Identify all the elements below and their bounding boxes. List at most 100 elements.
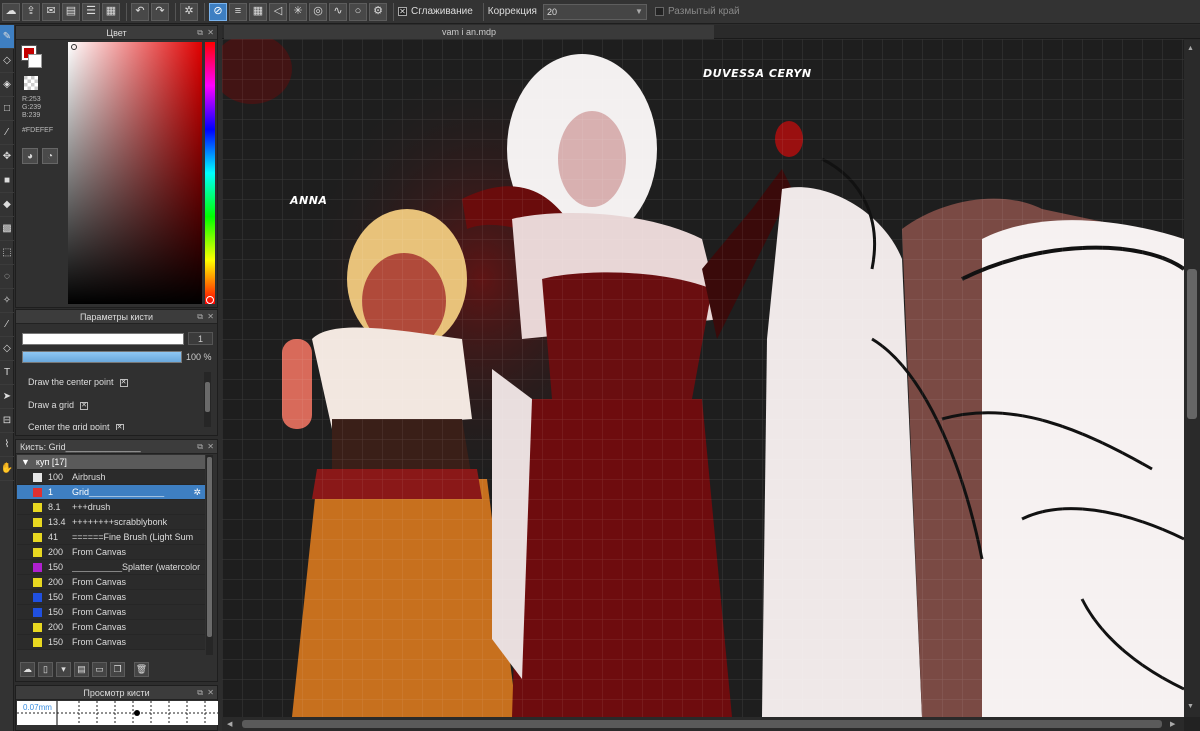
brush-row[interactable]: 41 ======Fine Brush (Light Sum (17, 530, 205, 545)
brush-settings-icon[interactable]: ✲ (193, 487, 201, 498)
cloud-brush-icon[interactable]: ☁ (20, 662, 35, 677)
hue-slider[interactable] (205, 42, 215, 304)
saturation-value-picker[interactable] (68, 42, 202, 304)
brush-row[interactable]: 13.4 ++++++++scrabblybonk (17, 515, 205, 530)
snap-perspective-icon[interactable]: ◁ (269, 2, 287, 21)
close-icon[interactable]: ✕ (207, 310, 214, 324)
snap-radial-icon[interactable]: ✳ (289, 2, 307, 21)
brush-opacity-slider[interactable] (22, 351, 182, 363)
close-icon[interactable]: ✕ (207, 26, 214, 40)
brush-row[interactable]: 150 From Canvas (17, 590, 205, 605)
scroll-thumb[interactable] (205, 382, 210, 412)
option-draw-grid[interactable]: Draw a grid ✕ (28, 400, 89, 410)
palette-icon[interactable]: ◕ (22, 148, 38, 164)
pen-select-icon[interactable]: ⁄ (0, 313, 14, 337)
background-color-swatch[interactable] (28, 54, 42, 68)
brush-row[interactable]: 200 From Canvas (17, 545, 205, 560)
snap-off-icon[interactable]: ⊘ (209, 2, 227, 21)
brush-row[interactable]: 100 Airbrush (17, 470, 205, 485)
brush-row[interactable]: 1 Grid_______________ ✲ (17, 485, 205, 500)
canvas[interactable]: ANNA DUVESSA CERYN (222, 39, 1184, 717)
scroll-right-icon[interactable]: ▶ (1170, 720, 1175, 728)
popout-icon[interactable]: ⧉ (197, 440, 203, 454)
snap-concentric-icon[interactable]: ◎ (309, 2, 327, 21)
delete-icon[interactable]: 🗑 (134, 662, 149, 677)
soft-edge-checkbox[interactable] (654, 7, 664, 16)
checkbox[interactable]: ✕ (119, 378, 128, 387)
option-draw-center-point[interactable]: Draw the center point ✕ (28, 377, 128, 387)
grid-icon[interactable]: ▦ (102, 2, 120, 21)
brush-size-value[interactable]: 1 (188, 332, 213, 345)
chat-icon[interactable]: ✉ (42, 2, 60, 21)
folder-icon[interactable]: ▭ (92, 662, 107, 677)
select-eraser-icon[interactable]: ◇ (0, 337, 14, 361)
brush-row[interactable]: 8.1 +++drush (17, 500, 205, 515)
snap-settings-icon[interactable]: ⚙ (369, 2, 387, 21)
transparent-swatch[interactable] (24, 76, 38, 90)
hex-value[interactable]: #FDEFEF (22, 127, 53, 134)
shape-tool-icon[interactable]: ■ (0, 169, 14, 193)
brush-row[interactable]: 150 From Canvas (17, 635, 205, 650)
scroll-down-icon[interactable]: ▼ (1187, 703, 1194, 710)
redo-icon[interactable]: ↷ (151, 2, 169, 21)
cloud-icon[interactable]: ☁ (2, 2, 20, 21)
document-tab[interactable]: vam i an.mdp (224, 25, 714, 39)
popout-icon[interactable]: ⧉ (197, 686, 203, 700)
new-brush-icon[interactable]: ▯ (38, 662, 53, 677)
text-tool-icon[interactable]: T (0, 361, 14, 385)
palette-settings-icon[interactable]: ◔ (42, 148, 58, 164)
magic-wand-icon[interactable]: ✧ (0, 289, 14, 313)
brush-row[interactable]: 150 From Canvas (17, 605, 205, 620)
scroll-thumb[interactable] (1187, 269, 1197, 419)
hue-cursor[interactable] (206, 296, 214, 304)
select-tool-icon[interactable]: ⬚ (0, 241, 14, 265)
correction-select[interactable]: 20 ▼ (542, 3, 647, 20)
picker-cursor[interactable] (71, 44, 77, 50)
brush-row[interactable]: 200 From Canvas (17, 620, 205, 635)
list-icon[interactable]: ☰ (82, 2, 100, 21)
lasso-tool-icon[interactable]: ◌ (0, 265, 14, 289)
brush-row[interactable]: 200 From Canvas (17, 575, 205, 590)
vertical-scrollbar[interactable]: ▲ ▼ (1184, 39, 1200, 717)
hand-tool-icon[interactable]: ✋ (0, 457, 14, 481)
close-icon[interactable]: ✕ (207, 440, 214, 454)
snap-circle-icon[interactable]: ○ (349, 2, 367, 21)
brush-row[interactable]: 150 __________Splatter (watercolor (17, 560, 205, 575)
popout-icon[interactable]: ⧉ (197, 310, 203, 324)
share-icon[interactable]: ⇪ (22, 2, 40, 21)
scrollbar[interactable] (204, 372, 211, 427)
scroll-thumb[interactable] (242, 720, 1162, 728)
pen-tool-icon[interactable]: ✎ (0, 25, 14, 49)
doc-icon[interactable]: ▤ (62, 2, 80, 21)
snap-parallel-icon[interactable]: ≡ (229, 2, 247, 21)
move-tool-icon[interactable]: ✥ (0, 145, 14, 169)
undo-icon[interactable]: ↶ (131, 2, 149, 21)
blur-tool-icon[interactable]: ◈ (0, 73, 14, 97)
add-brush-menu-icon[interactable]: ▾ (56, 662, 71, 677)
sparkle-icon[interactable]: ✲ (180, 2, 198, 21)
brush-group[interactable]: ▼ куп [17] (17, 455, 205, 470)
snap-grid-icon[interactable]: ▦ (249, 2, 267, 21)
eyedropper-icon[interactable]: ⌇ (0, 433, 14, 457)
smoothing-checkbox[interactable]: ✕ (398, 7, 407, 16)
option-center-grid-point[interactable]: Center the grid point ✕ (28, 422, 124, 430)
scrollbar[interactable] (206, 455, 213, 655)
bucket-tool-icon[interactable]: ◆ (0, 193, 14, 217)
operation-tool-icon[interactable]: ➤ (0, 385, 14, 409)
scroll-up-icon[interactable]: ▲ (1187, 45, 1194, 52)
scroll-left-icon[interactable]: ◀ (227, 720, 232, 728)
snap-curve-icon[interactable]: ∿ (329, 2, 347, 21)
close-icon[interactable]: ✕ (207, 686, 214, 700)
brush-size-slider[interactable] (22, 333, 184, 345)
checkbox[interactable]: ✕ (80, 401, 89, 410)
gradient-tool-icon[interactable]: ▩ (0, 217, 14, 241)
checkbox[interactable]: ✕ (115, 423, 124, 430)
eraser-tool-icon[interactable]: ◇ (0, 49, 14, 73)
rect-select-icon[interactable]: □ (0, 97, 14, 121)
brush-settings-icon[interactable]: ▤ (74, 662, 89, 677)
brush-tool-icon[interactable]: ⁄ (0, 121, 14, 145)
divide-tool-icon[interactable]: ⊟ (0, 409, 14, 433)
scroll-thumb[interactable] (207, 457, 212, 637)
duplicate-icon[interactable]: ❐ (110, 662, 125, 677)
popout-icon[interactable]: ⧉ (197, 26, 203, 40)
